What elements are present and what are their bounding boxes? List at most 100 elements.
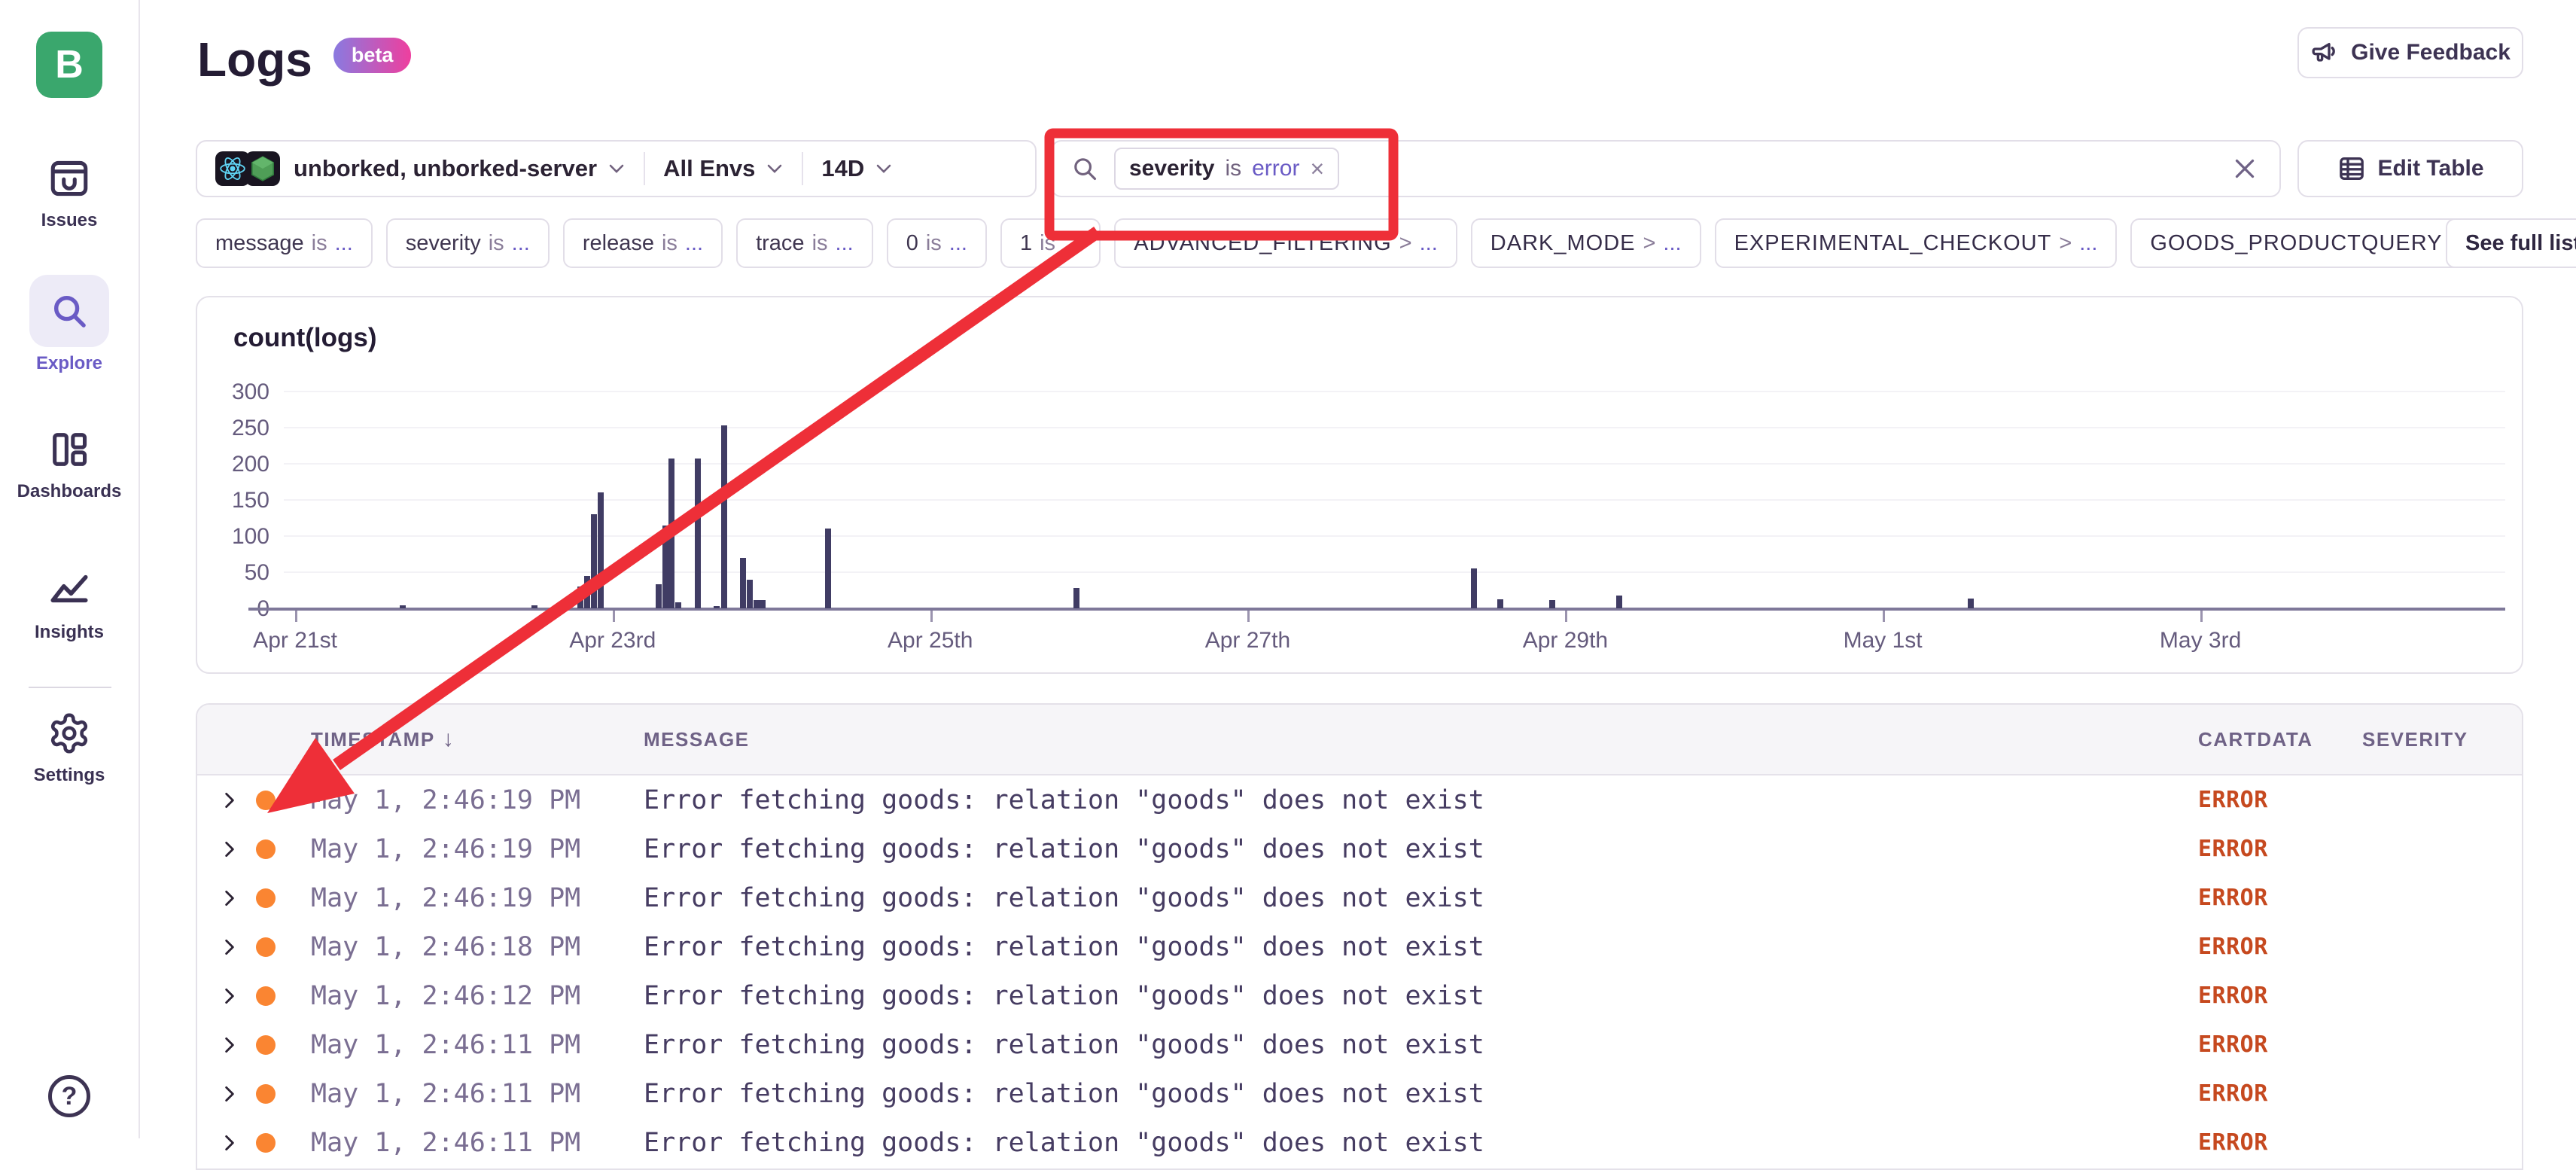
filter-suggestion-chip[interactable]: severityis... — [386, 218, 550, 268]
expand-chevron-icon[interactable] — [220, 937, 239, 957]
filter-suggestion-chip[interactable]: 0is... — [887, 218, 987, 268]
y-tick-label: 300 — [203, 379, 269, 405]
edit-table-button[interactable]: Edit Table — [2297, 140, 2523, 197]
remove-token-icon[interactable]: × — [1310, 157, 1324, 181]
chart-bar — [531, 605, 537, 608]
severity-cell: ERROR — [2198, 983, 2362, 1009]
severity-cell: ERROR — [2198, 1080, 2362, 1107]
expand-chevron-icon[interactable] — [220, 1133, 239, 1153]
expand-chevron-icon[interactable] — [220, 986, 239, 1006]
message-cell: Error fetching goods: relation "goods" d… — [644, 932, 2198, 962]
logs-count-chart: count(logs) 050100150200250300 Apr 21stA… — [196, 296, 2523, 674]
level-dot — [256, 888, 276, 908]
timestamp-cell: May 1, 2:46:11 PM — [311, 1128, 644, 1158]
level-dot — [256, 1133, 276, 1153]
column-header-severity[interactable]: SEVERITY — [2362, 728, 2522, 751]
column-header-cartdata[interactable]: CARTDATA — [2198, 728, 2362, 751]
sidebar-item-issues[interactable]: Issues — [0, 154, 139, 231]
insights-icon — [47, 566, 91, 614]
severity-cell: ERROR — [2198, 1129, 2362, 1156]
chart-bar — [668, 459, 674, 608]
message-cell: Error fetching goods: relation "goods" d… — [644, 1079, 2198, 1109]
filter-suggestion-chip[interactable]: releaseis... — [563, 218, 723, 268]
search-token-severity[interactable]: severity is error × — [1114, 148, 1339, 190]
chart-bar — [1497, 599, 1503, 608]
chart-bar — [662, 526, 668, 608]
level-dot — [256, 1084, 276, 1104]
message-cell: Error fetching goods: relation "goods" d… — [644, 1030, 2198, 1060]
x-tick — [1565, 611, 1567, 622]
sidebar-item-explore[interactable]: Explore — [0, 275, 139, 374]
expand-chevron-icon[interactable] — [220, 839, 239, 859]
log-row[interactable]: May 1, 2:46:11 PMError fetching goods: r… — [197, 1069, 2522, 1118]
filter-suggestion-chip[interactable]: EXPERIMENTAL_CHECKOUT>... — [1715, 218, 2118, 268]
help-icon[interactable]: ? — [48, 1075, 90, 1117]
chip-operator: > — [1643, 231, 1655, 256]
node-project-icon — [245, 151, 280, 186]
chart-bar — [754, 600, 760, 608]
x-tick — [613, 611, 615, 622]
log-row[interactable]: May 1, 2:46:11 PMError fetching goods: r… — [197, 1020, 2522, 1069]
page-filter-bar: unborked, unborked-server All Envs 14D — [196, 140, 1037, 197]
settings-gear-icon — [47, 709, 91, 757]
column-header-message[interactable]: MESSAGE — [644, 728, 2198, 751]
log-row[interactable]: May 1, 2:46:12 PMError fetching goods: r… — [197, 971, 2522, 1020]
expand-chevron-icon[interactable] — [220, 1035, 239, 1055]
row-controls — [197, 791, 311, 810]
logs-search-input[interactable]: severity is error × — [1051, 140, 2281, 197]
chip-value: ... — [836, 231, 854, 256]
chart-bar — [747, 580, 753, 608]
row-controls — [197, 1133, 311, 1153]
sidebar-item-insights[interactable]: Insights — [0, 566, 139, 643]
chart-bar — [825, 529, 831, 608]
give-feedback-button[interactable]: Give Feedback — [2297, 27, 2523, 78]
filter-suggestion-chip[interactable]: traceis... — [736, 218, 873, 268]
severity-cell: ERROR — [2198, 787, 2362, 813]
timestamp-cell: May 1, 2:46:19 PM — [311, 834, 644, 864]
filter-suggestion-chip[interactable]: messageis... — [196, 218, 373, 268]
log-row[interactable]: May 1, 2:46:19 PMError fetching goods: r… — [197, 824, 2522, 873]
chip-key: message — [215, 231, 304, 256]
x-tick — [2200, 611, 2203, 622]
chart-bar — [1549, 600, 1555, 608]
sidebar-item-label: Issues — [0, 210, 139, 231]
see-full-list-button[interactable]: See full list — [2446, 218, 2576, 268]
row-controls — [197, 1084, 311, 1104]
org-logo[interactable]: B — [36, 32, 102, 98]
chip-value: ... — [949, 231, 967, 256]
date-range-selector[interactable]: 14D — [821, 155, 864, 182]
project-selector[interactable]: unborked, unborked-server — [294, 155, 597, 182]
row-controls — [197, 1035, 311, 1055]
chart-bar — [656, 584, 662, 608]
chart-y-axis: 050100150200250300 — [203, 392, 269, 608]
column-header-timestamp[interactable]: TIMESTAMP ↓ — [311, 727, 644, 752]
y-tick-label: 200 — [203, 452, 269, 477]
chip-operator: > — [2059, 231, 2072, 256]
expand-chevron-icon[interactable] — [220, 791, 239, 810]
filter-suggestion-chip[interactable]: ADVANCED_FILTERING>... — [1114, 218, 1457, 268]
severity-cell: ERROR — [2198, 934, 2362, 960]
chevron-down-icon — [607, 163, 626, 175]
gridline — [284, 463, 2505, 465]
chart-bar — [740, 558, 746, 608]
timestamp-cell: May 1, 2:46:12 PM — [311, 981, 644, 1011]
filter-suggestion-chip[interactable]: 1is... — [1000, 218, 1101, 268]
log-row[interactable]: May 1, 2:46:19 PMError fetching goods: r… — [197, 873, 2522, 922]
log-row[interactable]: May 1, 2:46:19 PMError fetching goods: r… — [197, 775, 2522, 824]
sidebar-item-label: Explore — [0, 353, 139, 374]
environment-selector[interactable]: All Envs — [663, 155, 755, 182]
sidebar-item-dashboards[interactable]: Dashboards — [0, 425, 139, 502]
chart-bar — [1073, 588, 1079, 608]
chip-value: ... — [1063, 231, 1081, 256]
chart-bar — [400, 605, 406, 608]
expand-chevron-icon[interactable] — [220, 1084, 239, 1104]
filter-suggestion-chip[interactable]: DARK_MODE>... — [1471, 218, 1701, 268]
log-row[interactable]: May 1, 2:46:18 PMError fetching goods: r… — [197, 922, 2522, 971]
clear-search-icon[interactable] — [2231, 155, 2258, 182]
expand-chevron-icon[interactable] — [220, 888, 239, 908]
chip-operator: is — [489, 231, 504, 256]
sidebar-item-settings[interactable]: Settings — [0, 709, 139, 786]
log-row[interactable]: May 1, 2:46:11 PMError fetching goods: r… — [197, 1118, 2522, 1167]
x-tick-label: May 3rd — [2160, 628, 2241, 654]
chart-bar — [675, 602, 681, 608]
